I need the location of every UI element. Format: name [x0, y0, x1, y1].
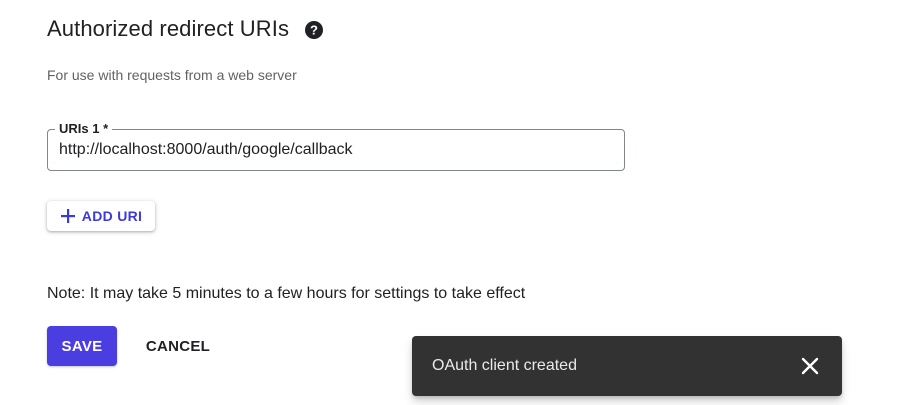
redirect-uris-page: Authorized redirect URIs ? For use with …: [0, 0, 898, 405]
cancel-button[interactable]: CANCEL: [137, 326, 219, 366]
save-button[interactable]: SAVE: [47, 326, 117, 366]
svg-text:?: ?: [310, 22, 318, 37]
close-icon[interactable]: [800, 356, 820, 376]
snackbar-message: OAuth client created: [432, 357, 577, 374]
uri-1-label: URIs 1 *: [55, 120, 113, 138]
add-uri-button[interactable]: ADD URI: [47, 201, 155, 231]
settings-note: Note: It may take 5 minutes to a few hou…: [47, 285, 526, 302]
section-title: Authorized redirect URIs: [47, 16, 290, 41]
section-subtitle: For use with requests from a web server: [47, 67, 297, 83]
plus-icon: [60, 208, 76, 224]
uri-1-field: URIs 1 *: [47, 120, 625, 171]
add-uri-label: ADD URI: [81, 208, 143, 224]
uri-1-input[interactable]: [59, 140, 609, 160]
snackbar: OAuth client created: [412, 336, 842, 396]
help-icon[interactable]: ?: [305, 20, 324, 39]
section-header: Authorized redirect URIs ?: [47, 16, 324, 42]
